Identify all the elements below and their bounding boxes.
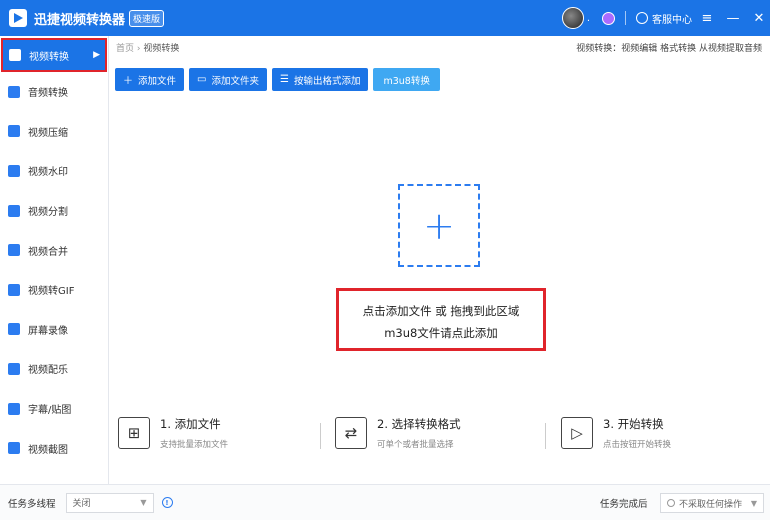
chevron-down-icon: ▼ — [140, 498, 147, 507]
dropzone-hint-line1: 点击添加文件 或 拖拽到此区域 — [362, 304, 520, 318]
divider — [545, 423, 546, 449]
plus-icon: ＋ — [123, 76, 133, 87]
m3u8-convert-label: m3u8转换 — [383, 75, 430, 87]
add-by-format-label: 按输出格式添加 — [293, 75, 361, 87]
support-link[interactable]: 客服中心 — [652, 11, 692, 26]
sidebar-item-audio-convert[interactable]: 音频转换 — [0, 72, 108, 112]
sidebar-item-music[interactable]: 视频配乐 — [0, 349, 108, 389]
divider — [625, 11, 626, 25]
sidebar-item-label: 音频转换 — [28, 88, 68, 100]
add-file-icon: ⊞ — [118, 417, 150, 449]
close-button[interactable]: ✕ — [748, 11, 770, 26]
thread-label: 任务多线程 — [8, 498, 56, 510]
chevron-right-icon: ▶ — [93, 50, 100, 60]
sidebar-item-label: 视频水印 — [28, 167, 68, 179]
after-complete-select[interactable]: 不采取任何操作 ▼ — [660, 493, 764, 513]
thread-select-value: 关闭 — [72, 499, 91, 509]
audio-convert-icon — [8, 85, 20, 98]
steps-guide: ⊞ 1. 添加文件 支持批量添加文件 ⇄ 2. 选择转换格式 可单个或者批量选择… — [118, 413, 758, 457]
app-title: 迅捷视频转换器 — [34, 12, 126, 28]
breadcrumb-current: 视频转换 — [143, 44, 180, 54]
step-desc: 点击按钮开始转换 — [603, 440, 672, 450]
step-desc: 支持批量添加文件 — [160, 440, 229, 450]
sidebar-item-subtitle[interactable]: 字幕/贴图 — [0, 389, 108, 429]
step-select-format: ⇄ 2. 选择转换格式 可单个或者批量选择 — [335, 413, 461, 450]
title-bar: 迅捷视频转换器 极速版 . 客服中心 ≡ — ✕ — [0, 0, 770, 36]
after-complete-label: 任务完成后 — [600, 499, 648, 510]
sidebar-item-label: 屏幕录像 — [28, 325, 68, 337]
step-add-file: ⊞ 1. 添加文件 支持批量添加文件 — [118, 413, 228, 450]
sidebar-item-split[interactable]: 视频分割 — [0, 191, 108, 231]
screen-record-icon — [8, 323, 20, 336]
sidebar: 视频转换 ▶ 音频转换 视频压缩 视频水印 视频分割 视频合并 视频转GIF 屏… — [0, 36, 109, 484]
sidebar-item-label: 视频转GIF — [28, 286, 75, 298]
add-file-button[interactable]: ＋ 添加文件 — [115, 68, 185, 91]
add-folder-button[interactable]: ▭ 添加文件夹 — [189, 68, 267, 91]
sidebar-item-label: 视频合并 — [28, 246, 68, 258]
add-file-dropzone[interactable]: + — [398, 184, 480, 267]
m3u8-convert-button[interactable]: m3u8转换 — [373, 68, 440, 91]
sidebar-item-merge[interactable]: 视频合并 — [0, 230, 108, 270]
username: . — [586, 12, 590, 24]
after-complete-value: 不采取任何操作 — [679, 499, 743, 510]
minimize-button[interactable]: — — [722, 11, 744, 26]
merge-icon — [8, 244, 20, 257]
sidebar-item-screenshot[interactable]: 视频截图 — [0, 428, 108, 468]
dropzone-hint-line2[interactable]: m3u8文件请点此添加 — [339, 322, 543, 344]
menu-button[interactable]: ≡ — [696, 11, 718, 26]
list-icon: ☰ — [279, 74, 289, 85]
video-compress-icon — [8, 125, 20, 138]
step-desc: 可单个或者批量选择 — [377, 440, 454, 450]
split-icon — [8, 204, 20, 217]
edition-badge: 极速版 — [129, 9, 165, 27]
step-title: 3. 开始转换 — [603, 417, 664, 431]
sidebar-item-label: 视频截图 — [28, 444, 68, 456]
watermark-icon — [8, 164, 20, 177]
step-title: 1. 添加文件 — [160, 417, 221, 431]
radio-icon — [667, 499, 675, 507]
sidebar-item-label: 视频压缩 — [28, 127, 68, 139]
sidebar-item-label: 视频配乐 — [28, 365, 68, 377]
subtitle-icon — [8, 402, 20, 415]
plus-icon: + — [423, 203, 455, 248]
chevron-down-icon: ▼ — [750, 498, 757, 508]
status-bar: 任务多线程 关闭 ▼ ! 任务完成后 不采取任何操作 ▼ — [0, 484, 770, 520]
add-folder-label: 添加文件夹 — [211, 75, 259, 87]
breadcrumb-separator: › — [136, 44, 141, 54]
swap-icon: ⇄ — [335, 417, 367, 449]
screenshot-icon — [8, 442, 20, 455]
gif-icon — [8, 283, 20, 296]
avatar[interactable] — [561, 7, 584, 29]
sidebar-item-label: 视频分割 — [28, 207, 68, 219]
step-start-convert: ▷ 3. 开始转换 点击按钮开始转换 — [561, 413, 671, 450]
divider — [320, 423, 321, 449]
app-logo-icon — [9, 9, 27, 27]
step-title: 2. 选择转换格式 — [377, 417, 461, 431]
add-by-format-button[interactable]: ☰ 按输出格式添加 — [271, 68, 369, 91]
thread-select[interactable]: 关闭 ▼ — [65, 492, 154, 513]
vip-icon[interactable] — [602, 11, 615, 25]
sidebar-item-label: 字幕/贴图 — [28, 405, 72, 417]
info-icon[interactable]: ! — [161, 497, 173, 508]
breadcrumb: 首页 › 视频转换 — [116, 41, 179, 54]
folder-icon: ▭ — [197, 74, 207, 85]
video-convert-icon — [9, 49, 21, 61]
support-icon[interactable] — [636, 12, 648, 24]
quick-links[interactable]: 视频转换：视频编辑 格式转换 从视频提取音频 — [576, 41, 762, 54]
sidebar-item-label: 视频转换 — [29, 51, 69, 63]
sidebar-item-video-compress[interactable]: 视频压缩 — [0, 112, 108, 152]
music-icon — [8, 362, 20, 375]
sidebar-item-video-convert[interactable]: 视频转换 ▶ — [1, 38, 107, 72]
sidebar-item-watermark[interactable]: 视频水印 — [0, 151, 108, 191]
sidebar-item-screen-record[interactable]: 屏幕录像 — [0, 310, 108, 350]
add-file-label: 添加文件 — [138, 75, 177, 87]
sidebar-item-gif[interactable]: 视频转GIF — [0, 270, 108, 310]
toolbar: ＋ 添加文件 ▭ 添加文件夹 ☰ 按输出格式添加 m3u8转换 — [115, 68, 445, 91]
clapper-icon: ▷ — [561, 417, 593, 449]
dropzone-hint[interactable]: 点击添加文件 或 拖拽到此区域 m3u8文件请点此添加 — [336, 288, 546, 351]
breadcrumb-home[interactable]: 首页 — [116, 44, 134, 54]
